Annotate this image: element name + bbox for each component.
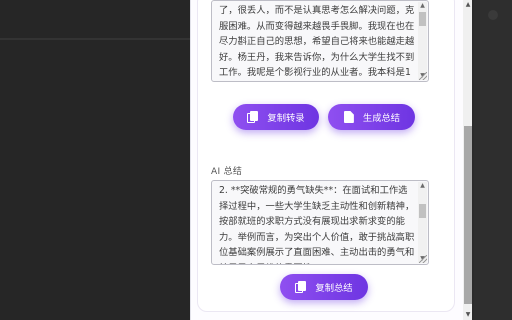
extension-panel: 了，很丢人，而不是认真思考怎么解决问题，克服困难。从而变得越来越畏手畏脚。我现在… — [190, 0, 472, 320]
ai-summary-label: AI 总结 — [211, 167, 243, 177]
document-icon — [343, 111, 355, 123]
copy-summary-button[interactable]: 复制总结 — [280, 274, 368, 300]
panel-content: 了，很丢人，而不是认真思考怎么解决问题，克服困难。从而变得越来越畏手畏脚。我现在… — [191, 0, 463, 320]
chevron-up-icon[interactable]: ▲ — [419, 182, 426, 190]
resize-grip-icon[interactable] — [419, 72, 427, 80]
generate-summary-label: 生成总结 — [362, 113, 401, 124]
summary-scroll-thumb[interactable] — [419, 204, 426, 218]
generate-summary-button[interactable]: 生成总结 — [328, 104, 415, 130]
copy-icon — [247, 111, 259, 123]
resize-grip-icon[interactable] — [419, 255, 427, 263]
transcript-scroll-thumb[interactable] — [419, 12, 426, 26]
transcript-text: 了，很丢人，而不是认真思考怎么解决问题，克服困难。从而变得越来越畏手畏脚。我现在… — [219, 5, 415, 79]
summary-textarea[interactable]: 2. **突破常规的勇气缺失**：在面试和工作选择过程中，一些大学生缺乏主动性和… — [211, 180, 429, 265]
copy-icon — [295, 281, 307, 293]
background-divider — [0, 38, 190, 40]
panel-scrollbar[interactable]: ▲ ▼ — [463, 0, 472, 320]
copy-transcript-label: 复制转录 — [267, 113, 305, 124]
chevron-up-icon[interactable]: ▲ — [464, 0, 472, 10]
chevron-up-icon[interactable]: ▲ — [419, 2, 426, 10]
background-dot — [488, 10, 498, 20]
copy-summary-label: 复制总结 — [315, 283, 353, 294]
transcript-textarea[interactable]: 了，很丢人，而不是认真思考怎么解决问题，克服困难。从而变得越来越畏手畏脚。我现在… — [211, 0, 429, 82]
summary-text: 2. **突破常规的勇气缺失**：在面试和工作选择过程中，一些大学生缺乏主动性和… — [219, 185, 415, 264]
background-page — [0, 0, 190, 320]
chevron-down-icon[interactable]: ▼ — [464, 310, 472, 320]
summary-scrollbar[interactable]: ▲ ▼ — [418, 182, 427, 263]
copy-transcript-button[interactable]: 复制转录 — [233, 104, 319, 130]
transcript-scrollbar[interactable]: ▲ ▼ — [418, 2, 427, 80]
background-right-strip — [474, 0, 512, 320]
panel-scroll-thumb[interactable] — [464, 126, 472, 304]
